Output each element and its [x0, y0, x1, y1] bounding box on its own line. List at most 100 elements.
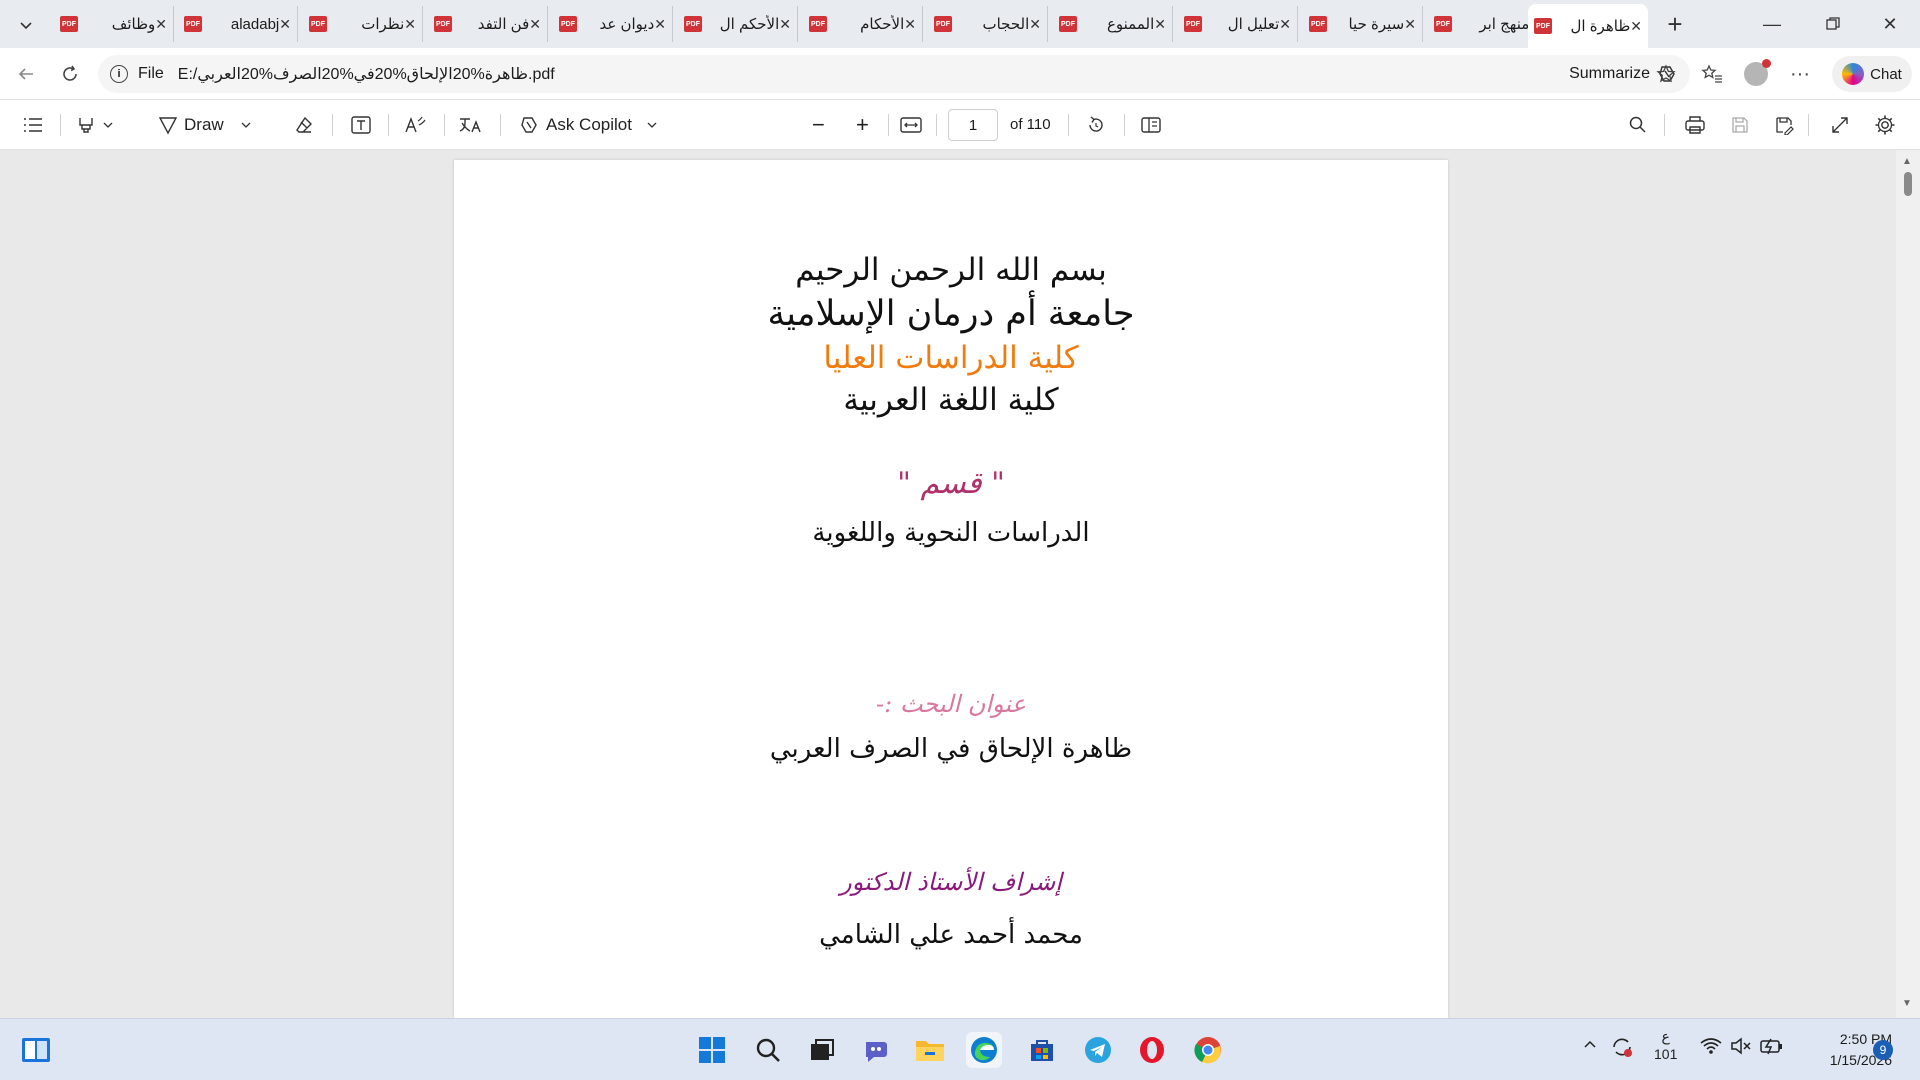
meet-app-button[interactable] [858, 1032, 894, 1068]
browser-tab[interactable]: PDF سيرة حيا ✕ [1303, 6, 1423, 42]
scroll-up-arrow[interactable]: ▲ [1902, 156, 1912, 167]
browser-tab[interactable]: PDF الأحكام ✕ [803, 6, 923, 42]
back-button[interactable] [12, 60, 40, 88]
widgets-button[interactable] [18, 1032, 54, 1068]
wifi-button[interactable] [1700, 1037, 1722, 1059]
browser-tab[interactable]: PDF aladabj ✕ [178, 6, 298, 42]
restore-button[interactable] [1813, 10, 1853, 38]
close-tab-icon[interactable]: ✕ [1404, 16, 1416, 33]
volume-button[interactable] [1730, 1037, 1752, 1059]
browser-tab[interactable]: PDF نظرات ✕ [303, 6, 423, 42]
tab-title: الأحكام [860, 16, 905, 33]
zoom-in-button[interactable]: + [856, 110, 869, 140]
copilot-chat-button[interactable]: Chat [1832, 56, 1912, 92]
scroll-thumb[interactable] [1904, 172, 1912, 196]
tab-title: الأحكم ال [719, 16, 780, 33]
ask-copilot-button[interactable]: Ask Copilot [518, 110, 658, 140]
print-button[interactable] [1684, 110, 1706, 140]
profile-button[interactable] [1742, 59, 1771, 88]
fit-width-icon [900, 117, 922, 133]
toolbar-divider [1068, 114, 1069, 136]
opera-button[interactable] [1134, 1032, 1170, 1068]
save-button[interactable] [1730, 110, 1750, 140]
add-text-button[interactable] [350, 110, 372, 140]
chevron-down-icon[interactable] [240, 119, 252, 131]
vertical-scrollbar[interactable]: ▲ ▼ [1896, 150, 1920, 1018]
pdf-viewer[interactable]: بسم الله الرحمن الرحيم جامعة أم درمان ال… [0, 150, 1920, 1018]
rotate-button[interactable] [1085, 110, 1107, 140]
sync-status-icon[interactable] [1610, 1035, 1634, 1063]
pdf-file-icon: PDF [309, 16, 327, 32]
close-tab-icon[interactable]: ✕ [654, 16, 666, 33]
copilot-icon [1842, 63, 1865, 85]
translate-button[interactable] [458, 110, 484, 140]
supervisor-name: محمد أحمد علي الشامي [819, 920, 1083, 950]
close-tab-icon[interactable]: ✕ [529, 16, 541, 33]
pdf-file-icon: PDF [1184, 16, 1202, 32]
browser-tab[interactable]: PDF الممنوع ✕ [1053, 6, 1173, 42]
close-tab-icon[interactable]: ✕ [155, 16, 167, 33]
page-number-input[interactable]: 1 [948, 109, 998, 141]
read-aloud-button[interactable] [404, 110, 426, 140]
copilot-outline-icon [521, 117, 537, 133]
research-title: ظاهرة الإلحاق في الصرف العربي [769, 734, 1133, 764]
more-menu-button[interactable]: ··· [1786, 60, 1814, 88]
table-of-contents-button[interactable] [22, 110, 44, 140]
find-button[interactable] [1628, 110, 1648, 140]
page-view-button[interactable] [1140, 110, 1162, 140]
tab-title: وظائف [111, 16, 156, 33]
close-tab-icon[interactable]: ✕ [1154, 16, 1166, 33]
start-button[interactable] [694, 1032, 730, 1068]
scroll-down-arrow[interactable]: ▼ [1902, 998, 1912, 1009]
store-button[interactable] [1024, 1032, 1060, 1068]
browser-tab[interactable]: PDF الحجاب ✕ [928, 6, 1048, 42]
show-hidden-icons-button[interactable] [1582, 1037, 1598, 1057]
pdf-settings-button[interactable] [1874, 110, 1896, 140]
minimize-button[interactable]: — [1752, 10, 1792, 38]
tab-actions-menu-button[interactable] [10, 9, 42, 41]
close-tab-icon[interactable]: ✕ [779, 16, 791, 33]
close-tab-icon[interactable]: ✕ [1029, 16, 1041, 33]
task-view-icon [811, 1039, 834, 1060]
chrome-button[interactable] [1190, 1032, 1226, 1068]
search-icon [1629, 116, 1646, 133]
chevron-down-icon[interactable] [102, 119, 114, 131]
highlight-button[interactable] [76, 110, 114, 140]
address-input[interactable]: i File E:/ظاهرة%20الإلحاق%20في%20الصرف%2… [98, 55, 1690, 93]
close-tab-icon[interactable]: ✕ [404, 16, 416, 33]
close-tab-icon[interactable]: ✕ [279, 16, 291, 33]
close-tab-icon[interactable]: ✕ [904, 16, 916, 33]
language-indicator[interactable]: ع 101 [1654, 1027, 1677, 1063]
task-view-button[interactable] [804, 1032, 840, 1068]
windows-icon [699, 1037, 725, 1063]
favorites-button[interactable] [1698, 60, 1726, 88]
close-window-button[interactable]: ✕ [1870, 10, 1910, 38]
fullscreen-button[interactable] [1830, 110, 1850, 140]
notification-badge[interactable]: 9 [1873, 1040, 1893, 1060]
save-as-button[interactable] [1774, 110, 1794, 140]
search-button[interactable] [750, 1032, 786, 1068]
browser-tab[interactable]: PDF الأحكم ال ✕ [678, 6, 798, 42]
info-icon[interactable]: i [110, 65, 128, 83]
new-tab-button[interactable]: + [1660, 10, 1690, 38]
telegram-button[interactable] [1080, 1032, 1116, 1068]
browser-tab[interactable]: PDF وظائف ✕ [54, 6, 174, 42]
zoom-out-button[interactable]: − [812, 110, 825, 140]
erase-button[interactable] [294, 110, 314, 140]
browser-tab[interactable]: PDF ديوان عد ✕ [553, 6, 673, 42]
edge-browser-button[interactable] [966, 1032, 1002, 1068]
browser-tab[interactable]: PDF تعليل ال ✕ [1178, 6, 1298, 42]
favorite-star-button[interactable] [1652, 60, 1680, 88]
chevron-down-icon[interactable] [646, 119, 658, 131]
refresh-button[interactable] [56, 60, 84, 88]
draw-button[interactable]: Draw [158, 110, 252, 140]
browser-tab[interactable]: PDF ظاهرة ال ✕ [1528, 4, 1648, 48]
battery-button[interactable] [1760, 1037, 1784, 1059]
close-tab-icon[interactable]: ✕ [1630, 18, 1642, 35]
fit-to-width-button[interactable] [900, 110, 922, 140]
file-explorer-button[interactable] [912, 1032, 948, 1068]
close-tab-icon[interactable]: ✕ [1279, 16, 1291, 33]
department-name: الدراسات النحوية واللغوية [812, 518, 1090, 548]
browser-tab[interactable]: PDF فن التفد ✕ [428, 6, 548, 42]
toolbar-divider [332, 114, 333, 136]
